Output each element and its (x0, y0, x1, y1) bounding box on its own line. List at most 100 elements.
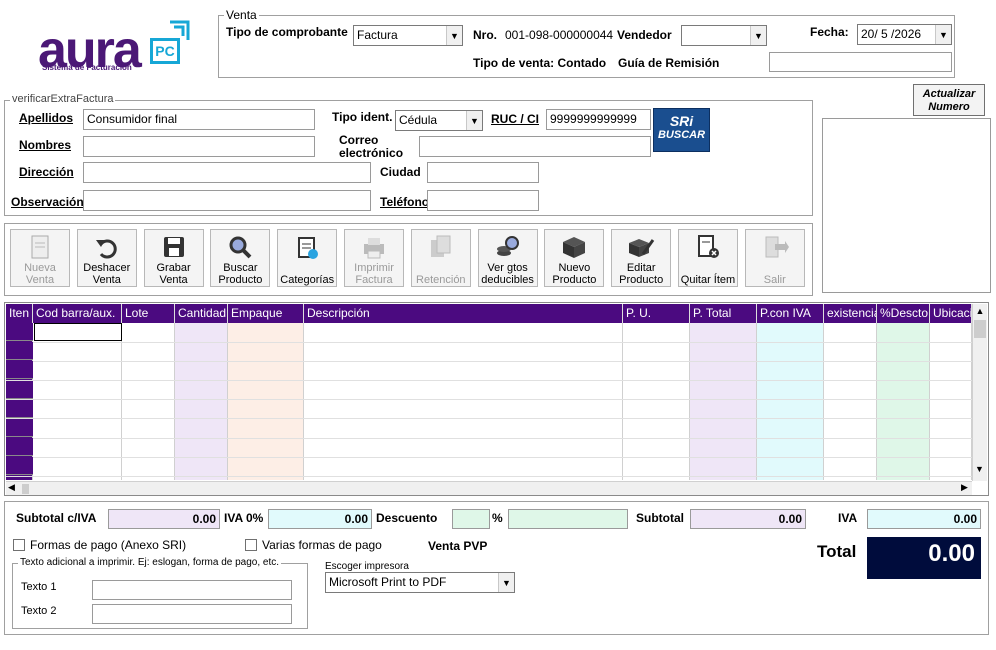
table-row (6, 399, 972, 401)
save-icon (163, 237, 184, 257)
toolbar-button-salir[interactable]: Salir (744, 229, 805, 287)
coins-search-icon (496, 236, 519, 256)
sri-buscar-button[interactable]: SRi BUSCAR (653, 108, 710, 152)
column-header-iten[interactable]: Iten (6, 304, 33, 323)
ruc-input[interactable]: 9999999999999 (546, 109, 651, 130)
vertical-scrollbar[interactable]: ▲ ▼ (972, 304, 987, 481)
toolbar-button-label-2: Producto (552, 274, 597, 286)
nombres-input[interactable] (83, 136, 315, 157)
logo-corner-icon (170, 20, 190, 40)
row-header[interactable] (6, 361, 33, 380)
toolbar-button-nueva-venta[interactable]: Nueva Venta (10, 229, 70, 287)
horizontal-scrollbar[interactable]: ◀ ▶ (6, 481, 972, 495)
column-header-p-total[interactable]: P. Total (690, 304, 757, 323)
venta-legend: Venta (224, 8, 259, 22)
varias-formas-checkbox[interactable] (245, 539, 257, 551)
column-header-cod-barra-aux-[interactable]: Cod barra/aux. (33, 304, 122, 323)
scroll-down-icon[interactable]: ▼ (975, 464, 984, 474)
toolbar-button-buscar-producto[interactable]: Buscar Producto (210, 229, 271, 287)
fecha-picker[interactable]: 20/ 5 /2026 ▼ (857, 24, 952, 45)
texto2-input[interactable] (92, 604, 292, 624)
row-header[interactable] (6, 342, 33, 361)
column-header-empaque[interactable]: Empaque (228, 304, 304, 323)
guia-remision-input[interactable] (769, 52, 952, 72)
vertical-scroll-thumb[interactable] (974, 320, 986, 338)
chevron-down-icon[interactable]: ▼ (750, 26, 766, 45)
toolbar-button-categorías[interactable]: Categorías (277, 229, 338, 287)
column-header-lote[interactable]: Lote (122, 304, 175, 323)
toolbar-button-label-1: Nueva (24, 262, 56, 274)
scroll-up-icon[interactable]: ▲ (973, 306, 987, 316)
column-header-p-u-[interactable]: P. U. (623, 304, 690, 323)
cliente-legend: verificarExtraFactura (10, 93, 116, 105)
apellidos-input[interactable]: Consumidor final (83, 109, 315, 130)
grid-active-cell[interactable] (34, 323, 122, 341)
column-header--descto[interactable]: %Descto (877, 304, 930, 323)
formas-pago-checkbox[interactable] (13, 539, 25, 551)
vendedor-label: Vendedor (617, 28, 672, 42)
impresora-select[interactable]: Microsoft Print to PDF ▼ (325, 572, 515, 593)
toolbar-button-grabar-venta[interactable]: Grabar Venta (143, 229, 204, 287)
row-header[interactable] (6, 380, 33, 399)
formas-pago-label: Formas de pago (Anexo SRI) (30, 538, 187, 552)
row-header[interactable] (6, 419, 33, 437)
descuento-pct-input[interactable] (452, 509, 490, 529)
subtotal-civa-field: 0.00 (108, 509, 220, 529)
vendedor-select[interactable]: ▼ (681, 25, 767, 46)
tipo-comprobante-label: Tipo de comprobante (226, 25, 348, 39)
correo-label: Correo electrónico (339, 133, 404, 160)
row-header[interactable] (6, 457, 33, 476)
descuento-value-input[interactable] (508, 509, 628, 529)
observacion-input[interactable] (83, 190, 371, 211)
table-row (6, 437, 972, 439)
chevron-down-icon[interactable]: ▼ (446, 26, 462, 45)
chevron-down-icon[interactable]: ▼ (466, 111, 482, 130)
scroll-right-icon[interactable]: ▶ (961, 482, 968, 493)
scroll-left-icon[interactable]: ◀ (8, 482, 15, 493)
toolbar-button-label-1 (412, 262, 470, 274)
column-header-p-con-iva[interactable]: P.con IVA (757, 304, 824, 323)
observacion-label: Observación (11, 195, 84, 209)
row-header[interactable] (6, 399, 33, 418)
grid-header: Iten Cod barra/aux. Lote Cantidad Empaque Des… (6, 304, 972, 323)
chevron-down-icon[interactable]: ▼ (498, 573, 514, 592)
toolbar-button-label-1 (278, 262, 336, 274)
printer-icon (364, 238, 384, 259)
telefono-input[interactable] (427, 190, 539, 211)
column-header-ubicaci-n[interactable]: Ubicación (930, 304, 972, 323)
tipo-comprobante-select[interactable]: Factura ▼ (353, 25, 463, 46)
toolbar-button-imprimir-factura[interactable]: Imprimir Factura (344, 229, 404, 287)
table-row (6, 418, 972, 420)
sri-logo-text: SRi (669, 113, 694, 129)
toolbar-button-label-2: Venta (92, 274, 121, 286)
toolbar-button-label-1 (679, 262, 737, 274)
toolbar-button-label-2: deducibles (481, 274, 534, 286)
direccion-input[interactable] (83, 162, 371, 183)
subtotal-civa-label: Subtotal c/IVA (16, 511, 97, 525)
row-header[interactable] (6, 438, 33, 457)
chevron-down-icon[interactable]: ▼ (935, 25, 951, 44)
table-row (6, 379, 972, 381)
horizontal-scroll-thumb[interactable] (22, 484, 29, 494)
correo-input[interactable] (419, 136, 651, 157)
toolbar-button-retención[interactable]: Retención (410, 229, 471, 287)
column-header-existencia[interactable]: existencia (824, 304, 877, 323)
ciudad-input[interactable] (427, 162, 539, 183)
row-header[interactable] (6, 323, 33, 341)
percent-symbol: % (492, 511, 503, 525)
toolbar-button-quitar-ítem[interactable]: Quitar Ítem (678, 229, 738, 287)
iva0-label: IVA 0% (224, 511, 264, 525)
toolbar-button-label-1: Nuevo (558, 262, 591, 274)
toolbar-button-ver-gtos-deducibles[interactable]: Ver gtos deducibles (477, 229, 538, 287)
toolbar-button-deshacer-venta[interactable]: Deshacer Venta (76, 229, 137, 287)
column-header-cantidad[interactable]: Cantidad (175, 304, 228, 323)
actualizar-numero-button[interactable]: Actualizar Numero (913, 84, 985, 116)
toolbar-button-nuevo-producto[interactable]: Nuevo Producto (544, 229, 605, 287)
nombres-label: Nombres (19, 138, 72, 152)
nro-label: Nro. (473, 28, 497, 42)
tipo-ident-select[interactable]: Cédula ▼ (395, 110, 483, 131)
fecha-label: Fecha: (810, 25, 849, 39)
texto1-input[interactable] (92, 580, 292, 600)
toolbar-button-editar-producto[interactable]: Editar Producto (611, 229, 672, 287)
column-header-descripci-n[interactable]: Descripción (304, 304, 623, 323)
